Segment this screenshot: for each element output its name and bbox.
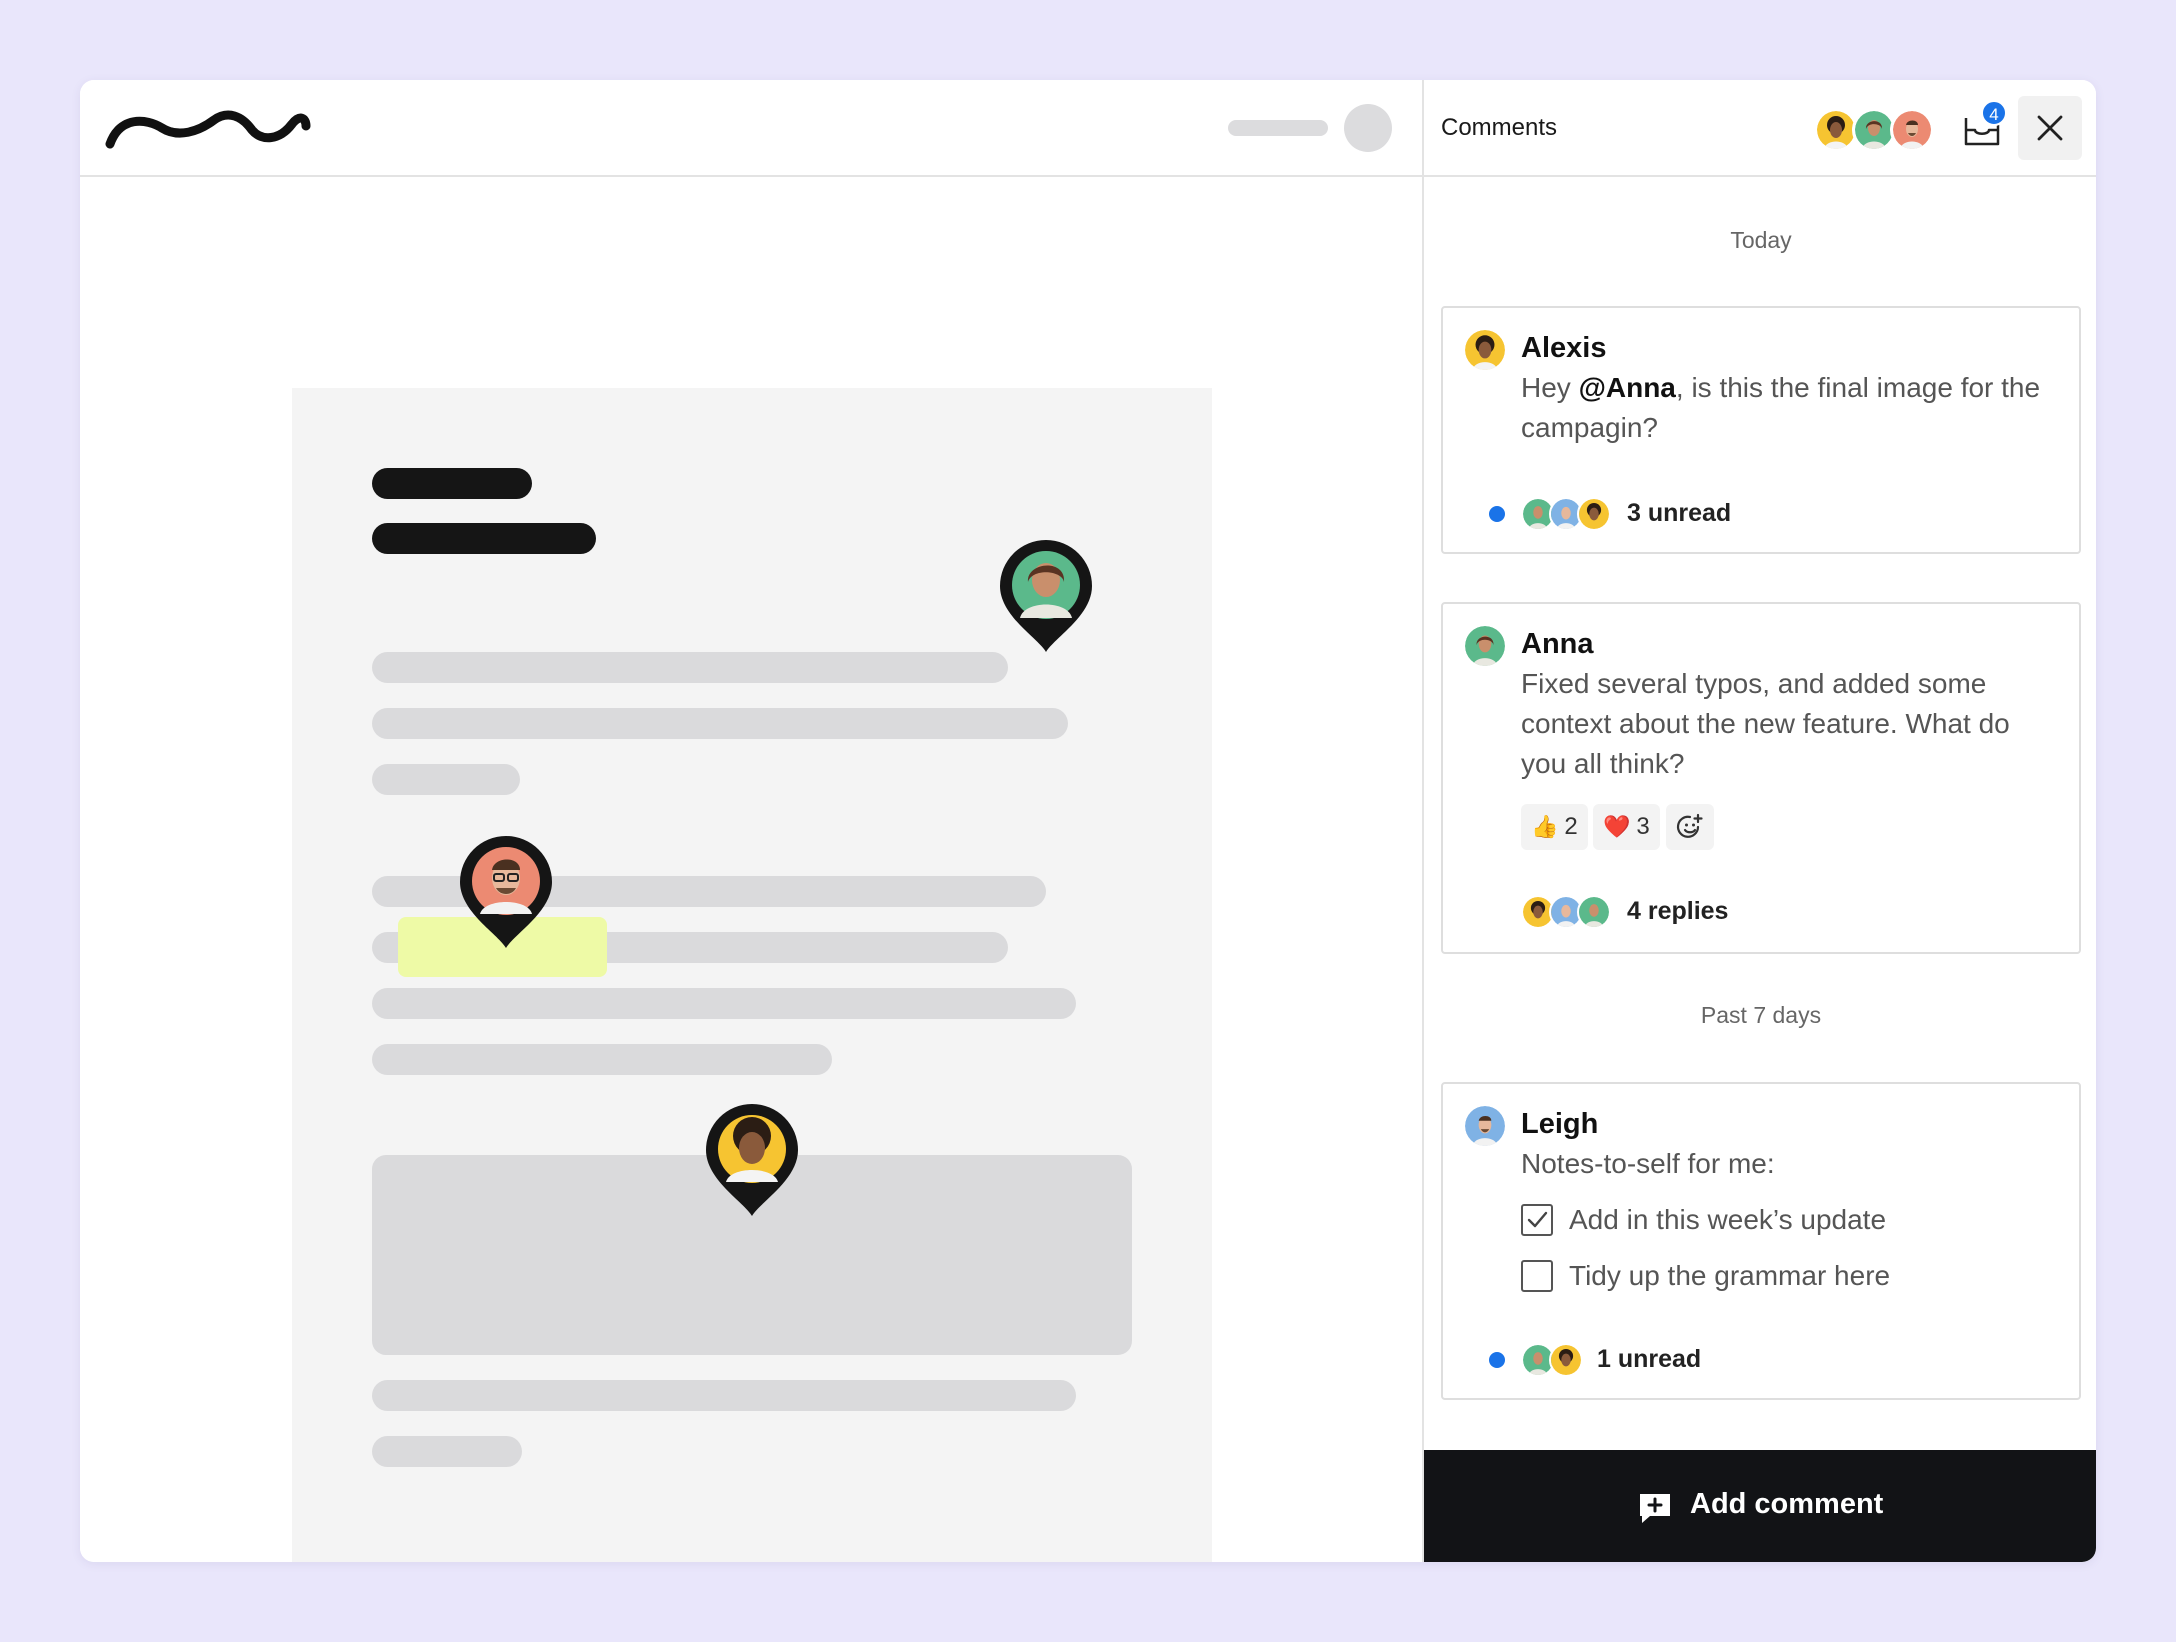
user-avatar-placeholder[interactable] bbox=[1344, 104, 1392, 152]
unread-dot bbox=[1489, 506, 1505, 522]
add-comment-label: Add comment bbox=[1690, 1488, 1884, 1520]
thread-avatar-stack bbox=[1521, 1343, 1583, 1377]
editor-header bbox=[80, 80, 1422, 177]
comment-body: Hey @Anna, is this the final image for t… bbox=[1521, 368, 2061, 448]
thread-avatar-stack bbox=[1521, 895, 1611, 929]
comment-pin-alexis[interactable] bbox=[704, 1102, 800, 1218]
comment-card-anna[interactable]: Anna Fixed several typos, and added some… bbox=[1441, 602, 2081, 954]
add-reaction-button[interactable] bbox=[1666, 804, 1714, 850]
doc-text-line bbox=[372, 1044, 832, 1075]
avatar-alexis bbox=[1577, 497, 1611, 531]
comment-author: Alexis bbox=[1521, 332, 1607, 364]
app-window: Comments 4 Today Alexis Hey @Anna, is th… bbox=[80, 80, 2096, 1562]
comment-author: Leigh bbox=[1521, 1108, 1599, 1140]
checklist-label: Tidy up the grammar here bbox=[1569, 1260, 1891, 1291]
reaction-count: 2 bbox=[1564, 813, 1578, 840]
comment-pin-leigh[interactable] bbox=[458, 834, 554, 950]
unread-dot bbox=[1489, 1352, 1505, 1368]
reaction-heart[interactable]: ❤️ 3 bbox=[1593, 804, 1660, 850]
comment-body: Notes-to-self for me: bbox=[1521, 1148, 1775, 1179]
add-comment-icon bbox=[1640, 1494, 1670, 1523]
comment-pin-anna[interactable] bbox=[998, 538, 1094, 654]
unread-count[interactable]: 3 unread bbox=[1627, 499, 1731, 528]
doc-text-line bbox=[372, 988, 1076, 1019]
doc-text-line bbox=[372, 1436, 522, 1467]
doc-text-line bbox=[372, 1380, 1076, 1411]
comments-panel: Comments 4 Today Alexis Hey @Anna, is th… bbox=[1422, 80, 2096, 1562]
comment-author: Anna bbox=[1521, 628, 1594, 660]
comments-panel-header: Comments 4 bbox=[1424, 80, 2096, 177]
heart-icon: ❤️ bbox=[1603, 814, 1631, 839]
replies-count[interactable]: 4 replies bbox=[1627, 897, 1728, 926]
checkmark-icon bbox=[1527, 1211, 1548, 1228]
reaction-count: 3 bbox=[1636, 813, 1650, 840]
reaction-thumbs-up[interactable]: 👍 2 bbox=[1521, 804, 1588, 850]
doc-text-line bbox=[372, 652, 1008, 683]
comment-text: Hey bbox=[1521, 372, 1579, 403]
add-emoji-icon bbox=[1676, 813, 1703, 838]
doc-subtitle-line bbox=[372, 523, 596, 554]
thread-avatar-stack bbox=[1521, 497, 1611, 531]
inbox-count-badge: 4 bbox=[1981, 100, 2007, 126]
panel-title: Comments bbox=[1441, 114, 1558, 141]
avatar-leigh bbox=[1890, 108, 1934, 152]
comment-avatar bbox=[1465, 626, 1505, 666]
comment-card-leigh[interactable]: Leigh Notes-to-self for me: Add in this … bbox=[1441, 1082, 2081, 1400]
comment-avatar bbox=[1465, 330, 1505, 370]
section-label-today: Today bbox=[1730, 227, 1792, 253]
doc-text-line bbox=[372, 708, 1068, 739]
section-label-past-7-days: Past 7 days bbox=[1700, 1002, 1822, 1028]
comment-card-alexis[interactable]: Alexis Hey @Anna, is this the final imag… bbox=[1441, 306, 2081, 554]
comment-avatar bbox=[1465, 1106, 1505, 1146]
checkbox-checked[interactable] bbox=[1521, 1204, 1553, 1236]
participants-avatar-stack[interactable] bbox=[1814, 108, 1934, 152]
close-panel-button[interactable] bbox=[2018, 96, 2082, 160]
checklist-label: Add in this week’s update bbox=[1569, 1204, 1887, 1235]
avatar-anna bbox=[1577, 895, 1611, 929]
logo-squiggle-icon bbox=[105, 110, 311, 149]
header-placeholder-pill bbox=[1228, 120, 1328, 136]
checkbox-unchecked[interactable] bbox=[1521, 1260, 1553, 1292]
unread-count[interactable]: 1 unread bbox=[1597, 1345, 1701, 1374]
doc-text-line bbox=[372, 764, 520, 795]
comment-body: Fixed several typos, and added some cont… bbox=[1521, 668, 2010, 779]
close-icon bbox=[2037, 115, 2063, 141]
thumbs-up-icon: 👍 bbox=[1531, 814, 1559, 839]
mention[interactable]: @Anna bbox=[1579, 372, 1676, 403]
document-editor bbox=[80, 80, 1422, 1562]
avatar-alexis bbox=[1549, 1343, 1583, 1377]
doc-title-line bbox=[372, 468, 532, 499]
add-comment-button[interactable]: Add comment bbox=[1424, 1450, 2096, 1562]
